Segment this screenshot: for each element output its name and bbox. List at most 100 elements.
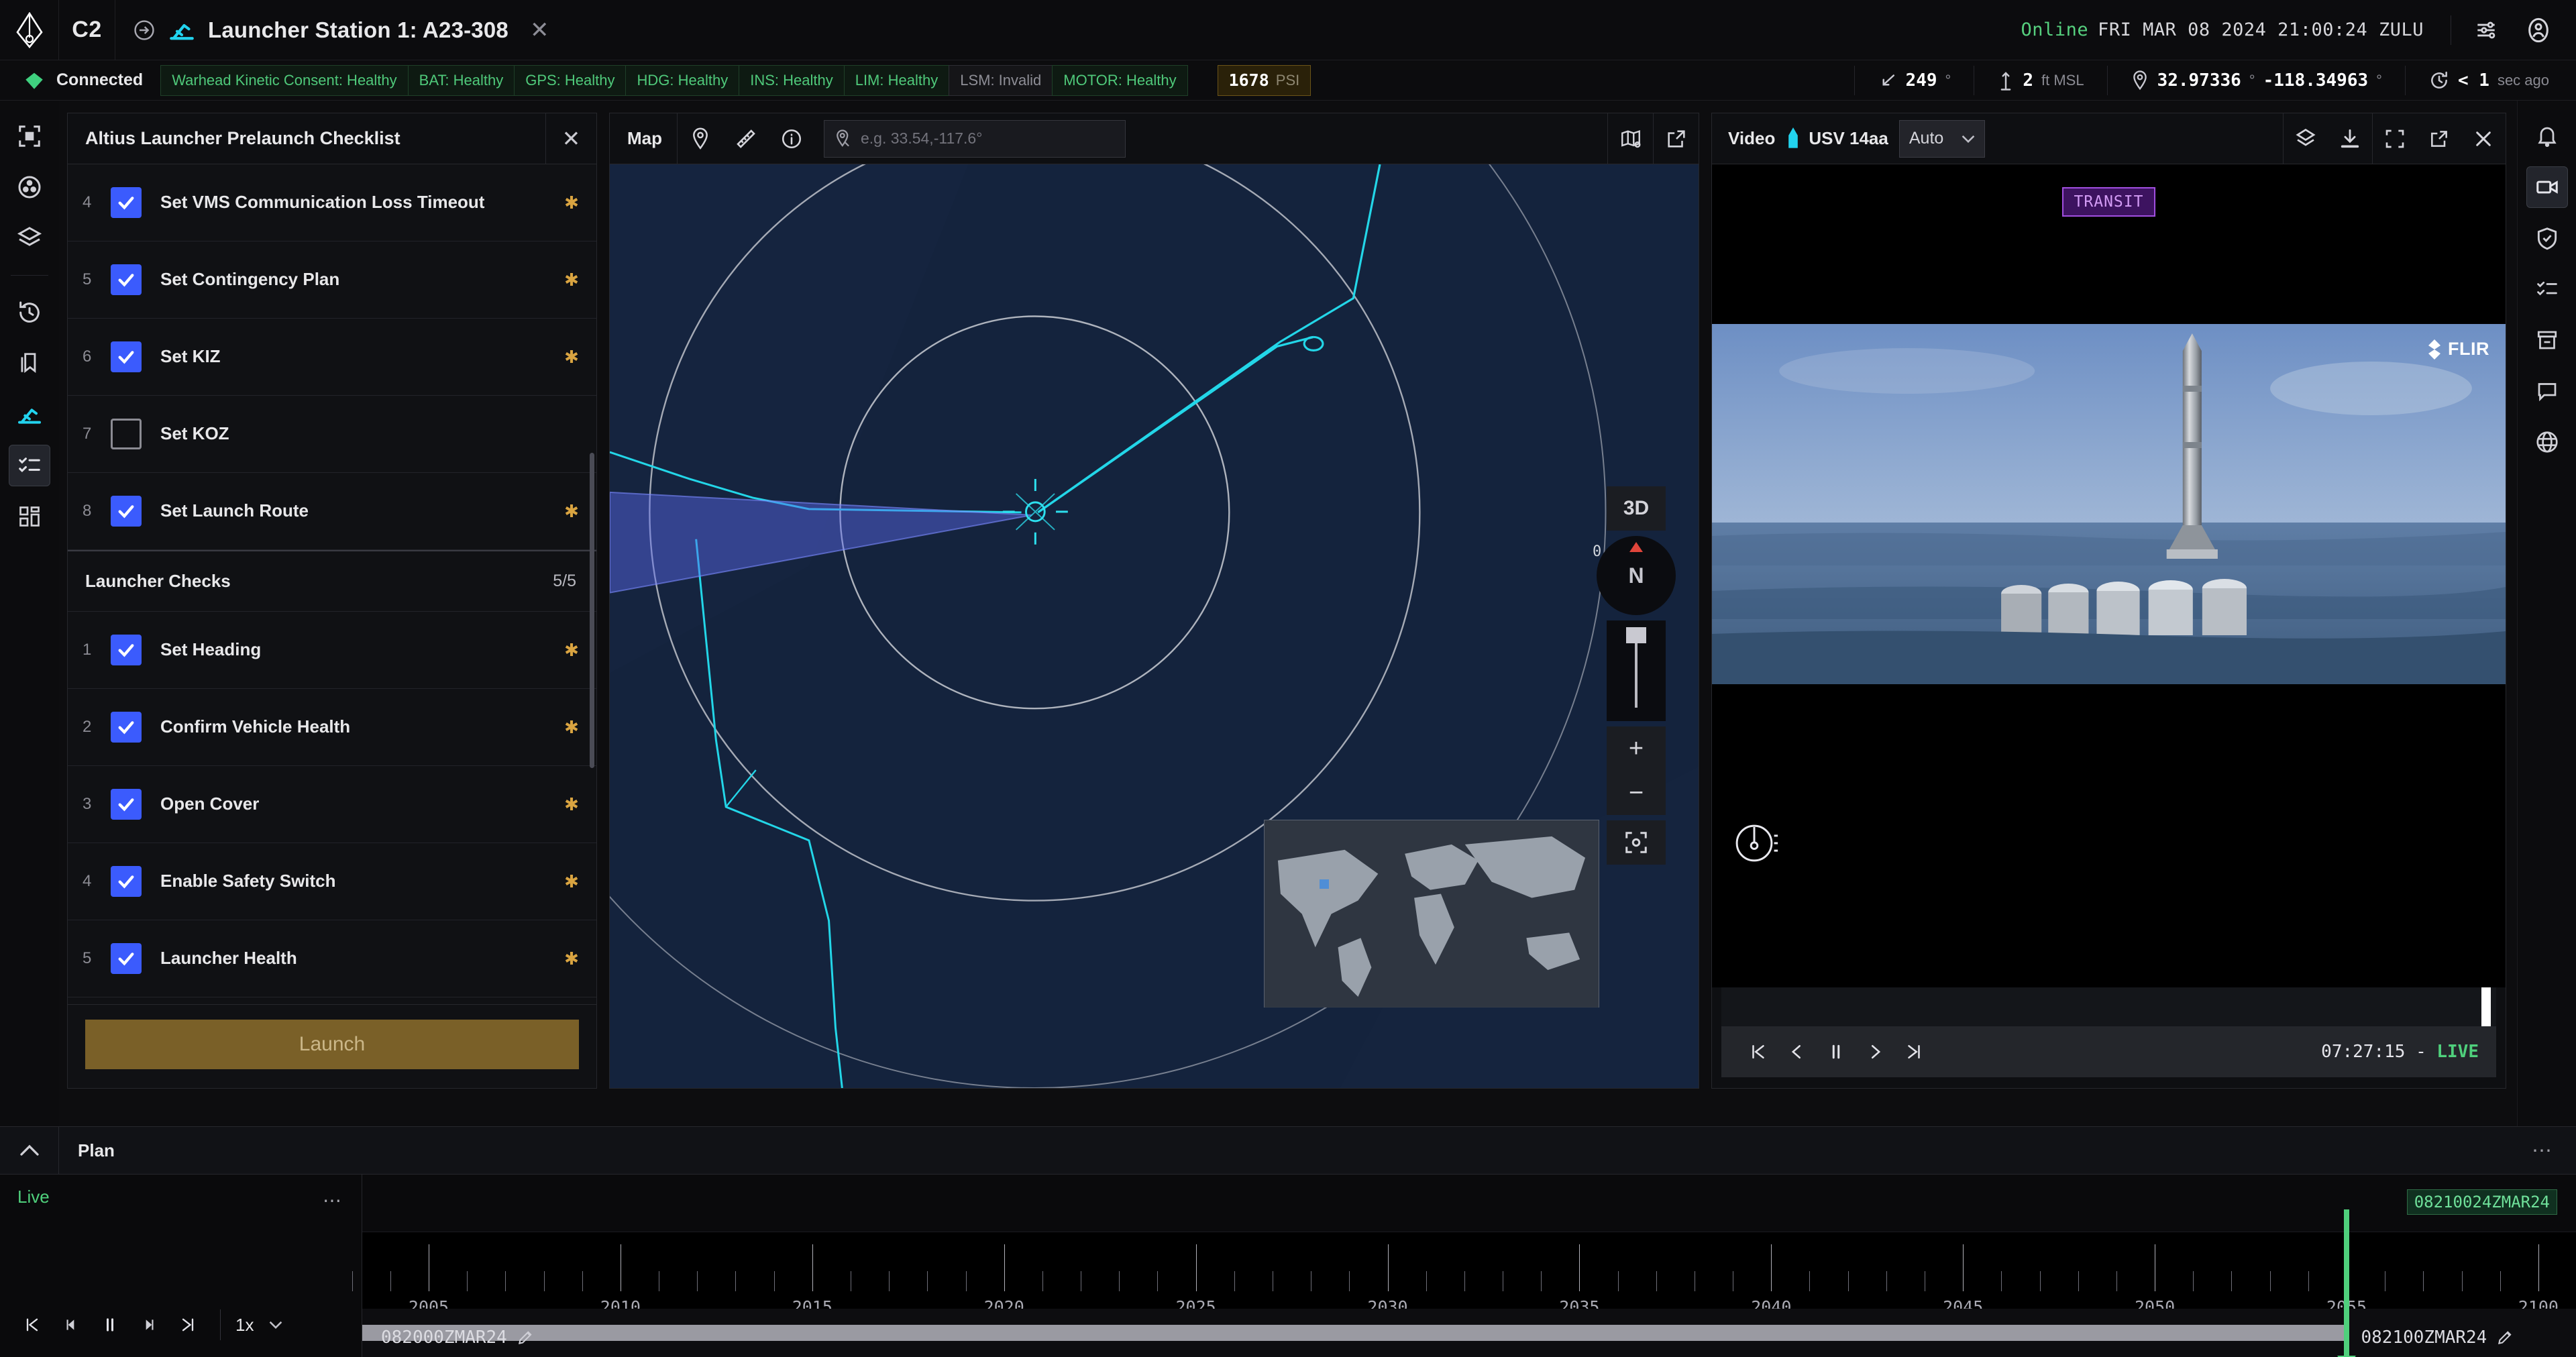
health-chip[interactable]: INS: Healthy	[739, 64, 844, 96]
pitch-knob[interactable]	[1626, 627, 1646, 643]
bookmarks-icon[interactable]	[9, 343, 50, 384]
timeline-menu-icon[interactable]: ⋯	[323, 1189, 341, 1211]
globe-icon[interactable]	[2526, 421, 2568, 463]
recenter-button[interactable]	[1607, 820, 1666, 865]
checklist-item[interactable]: 1 Set Heading ✱	[68, 612, 596, 689]
checklist-scrollbar[interactable]	[590, 453, 594, 768]
health-chip[interactable]: BAT: Healthy	[407, 64, 515, 96]
item-checkbox[interactable]	[111, 264, 142, 295]
settings-sliders-icon[interactable]	[2466, 10, 2506, 50]
fullscreen-focus-icon[interactable]	[9, 115, 50, 157]
video-stage[interactable]: TRANSIT FLIR	[1712, 164, 2506, 987]
layers-icon[interactable]	[9, 217, 50, 259]
health-chip[interactable]: MOTOR: Healthy	[1052, 64, 1188, 96]
health-chip[interactable]: LIM: Healthy	[843, 64, 949, 96]
item-checkbox[interactable]	[111, 866, 142, 897]
app-logo[interactable]	[0, 0, 59, 60]
checklist-item[interactable]: 5 Launcher Health ✱	[68, 920, 596, 997]
step-back-icon[interactable]	[1778, 1032, 1817, 1071]
video-scrubber[interactable]	[1721, 987, 2496, 1026]
skip-start-icon[interactable]	[15, 1307, 50, 1342]
checklist-item[interactable]: 8 Set Launch Route ✱	[68, 473, 596, 550]
checklist-item[interactable]: 6 Set KIZ ✱	[68, 319, 596, 396]
launcher-icon[interactable]	[9, 394, 50, 435]
timeline-progress-bar[interactable]	[362, 1325, 2344, 1341]
close-checklist-icon[interactable]: ✕	[545, 113, 596, 164]
health-chip[interactable]: HDG: Healthy	[625, 64, 739, 96]
checklist-item[interactable]: 7 Set KOZ	[68, 396, 596, 473]
launch-button[interactable]: Launch	[85, 1020, 579, 1069]
close-tab-icon[interactable]: ✕	[530, 17, 549, 44]
popout-icon[interactable]	[1653, 113, 1699, 164]
health-chip[interactable]: LSM: Invalid	[949, 64, 1053, 96]
zoom-in-button[interactable]: +	[1607, 726, 1666, 771]
checklist-section-header[interactable]: Launcher Checks 5/5	[68, 550, 596, 612]
health-chip[interactable]: Warhead Kinetic Consent: Healthy	[160, 64, 408, 96]
map-search-box[interactable]	[824, 119, 1126, 158]
item-checkbox[interactable]	[111, 341, 142, 372]
skip-start-icon[interactable]	[1739, 1032, 1778, 1071]
checklist-item[interactable]: 4 Enable Safety Switch ✱	[68, 843, 596, 920]
active-tab[interactable]: Launcher Station 1: A23-308 ✕	[115, 0, 566, 60]
item-checkbox[interactable]	[111, 419, 142, 449]
apps-grid-icon[interactable]	[9, 496, 50, 537]
map-search-input[interactable]	[861, 129, 1116, 148]
world-minimap[interactable]	[1264, 820, 1599, 1008]
chat-icon[interactable]	[2526, 370, 2568, 412]
pause-icon[interactable]	[1817, 1032, 1856, 1071]
item-checkbox[interactable]	[111, 496, 142, 527]
map-settings-icon[interactable]	[1607, 113, 1653, 164]
edit-pencil-icon[interactable]	[2496, 1329, 2514, 1346]
checklist-item[interactable]: 2 Confirm Vehicle Health ✱	[68, 689, 596, 766]
playback-speed-select[interactable]: 1x	[235, 1315, 283, 1336]
checklist-icon[interactable]	[9, 445, 50, 486]
assets-icon[interactable]	[9, 166, 50, 208]
ruler-icon[interactable]	[723, 113, 769, 164]
item-checkbox[interactable]	[111, 789, 142, 820]
item-checkbox[interactable]	[111, 712, 142, 743]
health-chip[interactable]: GPS: Healthy	[514, 64, 626, 96]
workspace-id[interactable]: C2	[59, 0, 115, 60]
video-quality-select[interactable]: Auto	[1898, 119, 1985, 158]
skip-end-icon[interactable]	[170, 1307, 205, 1342]
pitch-slider[interactable]	[1607, 620, 1666, 721]
step-forward-icon[interactable]	[1856, 1032, 1894, 1071]
bell-icon[interactable]	[2526, 115, 2568, 157]
compass-control[interactable]: N	[1597, 536, 1676, 615]
timeline-ruler[interactable]: 2005 2010 2015 2020 2025 2030 2035 2040 2045 2050…	[352, 1232, 2576, 1319]
popout-icon[interactable]	[2417, 113, 2461, 164]
close-icon[interactable]	[2461, 113, 2506, 164]
checklist-item[interactable]: 3 Open Cover ✱	[68, 766, 596, 843]
timeline-playhead[interactable]	[2337, 1209, 2356, 1357]
plan-menu-icon[interactable]: ⋯	[2532, 1139, 2576, 1162]
item-checkbox[interactable]	[111, 187, 142, 218]
pin-icon[interactable]	[678, 113, 723, 164]
checklist-item[interactable]: 4 Set VMS Communication Loss Timeout ✱	[68, 164, 596, 241]
archive-icon[interactable]	[2526, 319, 2568, 361]
layers-icon[interactable]	[2284, 113, 2328, 164]
collapse-plan-icon[interactable]	[0, 1126, 59, 1175]
video-scrubber-handle[interactable]	[2481, 987, 2491, 1026]
history-icon[interactable]	[9, 292, 50, 333]
step-forward-icon[interactable]	[131, 1307, 166, 1342]
download-icon[interactable]	[2328, 113, 2372, 164]
checklist-item[interactable]: 5 Set Contingency Plan ✱	[68, 241, 596, 319]
checklist-icon[interactable]	[2526, 268, 2568, 310]
video-source[interactable]: USV 14aa	[1786, 127, 1899, 150]
info-icon[interactable]	[769, 113, 814, 164]
toggle-3d-button[interactable]: 3D	[1607, 486, 1666, 531]
shield-check-icon[interactable]	[2526, 217, 2568, 259]
fullscreen-icon[interactable]	[2373, 113, 2417, 164]
edit-pencil-icon[interactable]	[517, 1329, 534, 1346]
timeline-track-area[interactable]: 08210024ZMAR24 2005 2010 2015 2020 2025 2030 2…	[352, 1175, 2576, 1357]
item-checkbox[interactable]	[111, 635, 142, 665]
pause-icon[interactable]	[93, 1307, 127, 1342]
skip-end-icon[interactable]	[1894, 1032, 1933, 1071]
map-view[interactable]: 0.38 mi 3D N +	[610, 164, 1699, 1088]
enter-station-icon[interactable]	[133, 19, 156, 42]
item-checkbox[interactable]	[111, 943, 142, 974]
video-camera-icon[interactable]	[2526, 166, 2568, 208]
step-back-icon[interactable]	[54, 1307, 89, 1342]
map-tab-label[interactable]: Map	[610, 113, 678, 164]
zoom-out-button[interactable]: −	[1607, 771, 1666, 815]
